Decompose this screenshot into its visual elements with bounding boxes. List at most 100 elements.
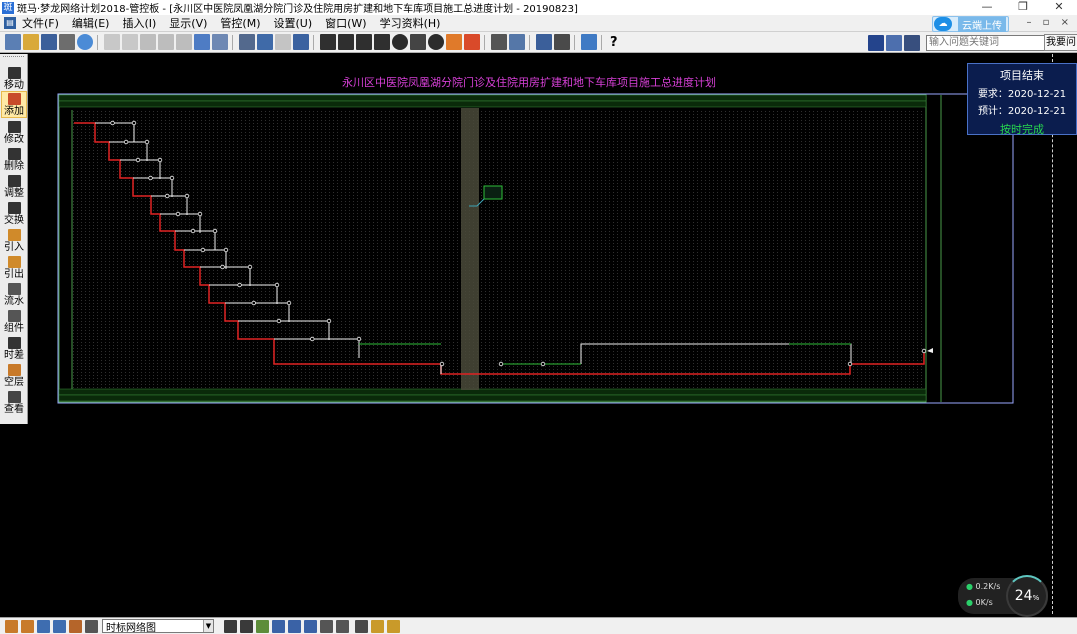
- ask-question-button[interactable]: 我要问: [1044, 34, 1077, 51]
- network-diagram[interactable]: 永川区中医院凤凰湖分院门诊及住院用房扩建和地下车库项目施工总进度计划: [29, 54, 1077, 614]
- network-speed-widget[interactable]: ● 0.2K/s ● 0K/s 24%: [958, 575, 1048, 617]
- event-node[interactable]: [274, 282, 280, 288]
- video-icon[interactable]: [868, 34, 884, 51]
- event-node[interactable]: [164, 193, 170, 199]
- open-icon[interactable]: [23, 34, 39, 50]
- zoom-out-icon[interactable]: [392, 34, 408, 50]
- menu-learning[interactable]: 学习资料(H): [380, 15, 441, 31]
- menu-window[interactable]: 窗口(W): [325, 15, 366, 31]
- dropdown-arrow-icon[interactable]: ▼: [203, 620, 213, 632]
- highlight-icon[interactable]: [371, 619, 384, 633]
- grid-icon[interactable]: [491, 34, 507, 50]
- network-view-icon[interactable]: [37, 619, 50, 633]
- redo-icon[interactable]: [122, 34, 138, 50]
- event-node[interactable]: [237, 282, 242, 288]
- event-node[interactable]: [144, 139, 150, 145]
- restore-button[interactable]: ❐: [1005, 0, 1041, 15]
- panel-grip[interactable]: [3, 56, 24, 62]
- event-node[interactable]: [220, 264, 225, 270]
- compress-horizontal-icon[interactable]: [338, 34, 354, 50]
- tool-cursor[interactable]: 移动: [1, 64, 27, 91]
- tool-import[interactable]: 引入: [1, 226, 27, 253]
- link-icon[interactable]: [275, 34, 291, 50]
- save-as-icon[interactable]: [59, 34, 75, 50]
- align-top-icon[interactable]: [239, 34, 255, 50]
- event-node[interactable]: [356, 336, 362, 342]
- schedule-icon[interactable]: [509, 34, 525, 50]
- frame-icon[interactable]: [293, 34, 309, 50]
- gantt-view-icon[interactable]: [53, 619, 66, 633]
- arrow-right-icon[interactable]: [288, 619, 301, 633]
- filter-icon[interactable]: [240, 619, 253, 633]
- event-node[interactable]: [110, 120, 115, 126]
- expand-horizontal-icon[interactable]: [320, 34, 336, 50]
- event-node[interactable]: [123, 139, 129, 145]
- event-node[interactable]: [184, 193, 190, 199]
- tool-delete[interactable]: 删除: [1, 145, 27, 172]
- event-node[interactable]: [212, 228, 218, 234]
- tool-view[interactable]: 查看: [1, 388, 27, 415]
- document-icon[interactable]: ▤: [4, 17, 16, 29]
- tool-export[interactable]: 引出: [1, 253, 27, 280]
- zoom-all-icon[interactable]: [464, 34, 480, 50]
- close-button[interactable]: ✕: [1041, 0, 1077, 15]
- menu-settings[interactable]: 设置(U): [273, 15, 312, 31]
- event-node[interactable]: [169, 175, 175, 181]
- cloud-upload-button[interactable]: ☁ 云端上传: [932, 16, 1009, 32]
- menu-control[interactable]: 管控(M): [220, 15, 260, 31]
- event-node[interactable]: [251, 300, 256, 306]
- tool-flow[interactable]: 流水: [1, 280, 27, 307]
- menu-insert[interactable]: 插入(I): [122, 15, 156, 31]
- paste-icon[interactable]: [158, 34, 174, 50]
- undo-icon[interactable]: [104, 34, 120, 50]
- list-icon[interactable]: [320, 619, 333, 633]
- event-node[interactable]: [498, 361, 504, 367]
- edit-table-icon[interactable]: [336, 619, 349, 633]
- tool-add-node[interactable]: 添加: [1, 91, 27, 118]
- color-icon[interactable]: [387, 619, 400, 633]
- event-node[interactable]: [131, 120, 137, 126]
- event-node[interactable]: [223, 247, 229, 253]
- compress-vertical-icon[interactable]: [374, 34, 390, 50]
- print-preview-icon[interactable]: [536, 34, 552, 50]
- print-icon[interactable]: [554, 34, 570, 50]
- minimize-button[interactable]: —: [969, 0, 1005, 15]
- event-node[interactable]: [148, 175, 153, 181]
- event-node[interactable]: [276, 318, 282, 324]
- chart-icon[interactable]: [581, 34, 597, 50]
- image-icon[interactable]: [257, 34, 273, 50]
- tree-icon[interactable]: [256, 619, 269, 633]
- refresh-icon[interactable]: [194, 34, 210, 50]
- doc-help-icon[interactable]: [886, 34, 902, 51]
- menu-edit[interactable]: 编辑(E): [72, 15, 110, 31]
- tool-swap[interactable]: 交换: [1, 199, 27, 226]
- level-icon[interactable]: [272, 619, 285, 633]
- save-icon[interactable]: [41, 34, 57, 50]
- calendar-icon[interactable]: [212, 34, 228, 50]
- event-node[interactable]: [200, 247, 206, 253]
- event-node[interactable]: [157, 157, 163, 163]
- event-node[interactable]: [921, 348, 927, 354]
- menu-file[interactable]: 文件(F): [22, 15, 59, 31]
- question-search-input[interactable]: [926, 34, 1046, 51]
- outline-icon[interactable]: [304, 619, 317, 633]
- tool-adjust[interactable]: 调整: [1, 172, 27, 199]
- event-node[interactable]: [286, 300, 292, 306]
- menu-view[interactable]: 显示(V): [169, 15, 207, 31]
- cut-icon[interactable]: [176, 34, 192, 50]
- table-view-icon[interactable]: [21, 619, 34, 633]
- event-node[interactable]: [135, 157, 141, 163]
- tool-component[interactable]: 组件: [1, 307, 27, 334]
- tool-time-diff[interactable]: 时差: [1, 334, 27, 361]
- layout-view-icon[interactable]: [85, 619, 98, 633]
- text-size-icon[interactable]: [355, 619, 368, 633]
- resource-view-icon[interactable]: [69, 619, 82, 633]
- event-node[interactable]: [247, 264, 253, 270]
- publish-icon[interactable]: [77, 34, 93, 50]
- network-canvas[interactable]: 永川区中医院凤凰湖分院门诊及住院用房扩建和地下车库项目施工总进度计划: [29, 54, 1077, 614]
- help-button[interactable]: ?: [610, 35, 618, 50]
- zoom-window-icon[interactable]: [446, 34, 462, 50]
- mdi-window-controls[interactable]: – ▫ ×: [1026, 17, 1073, 28]
- event-node[interactable]: [439, 361, 445, 367]
- milestone-box[interactable]: [483, 185, 503, 200]
